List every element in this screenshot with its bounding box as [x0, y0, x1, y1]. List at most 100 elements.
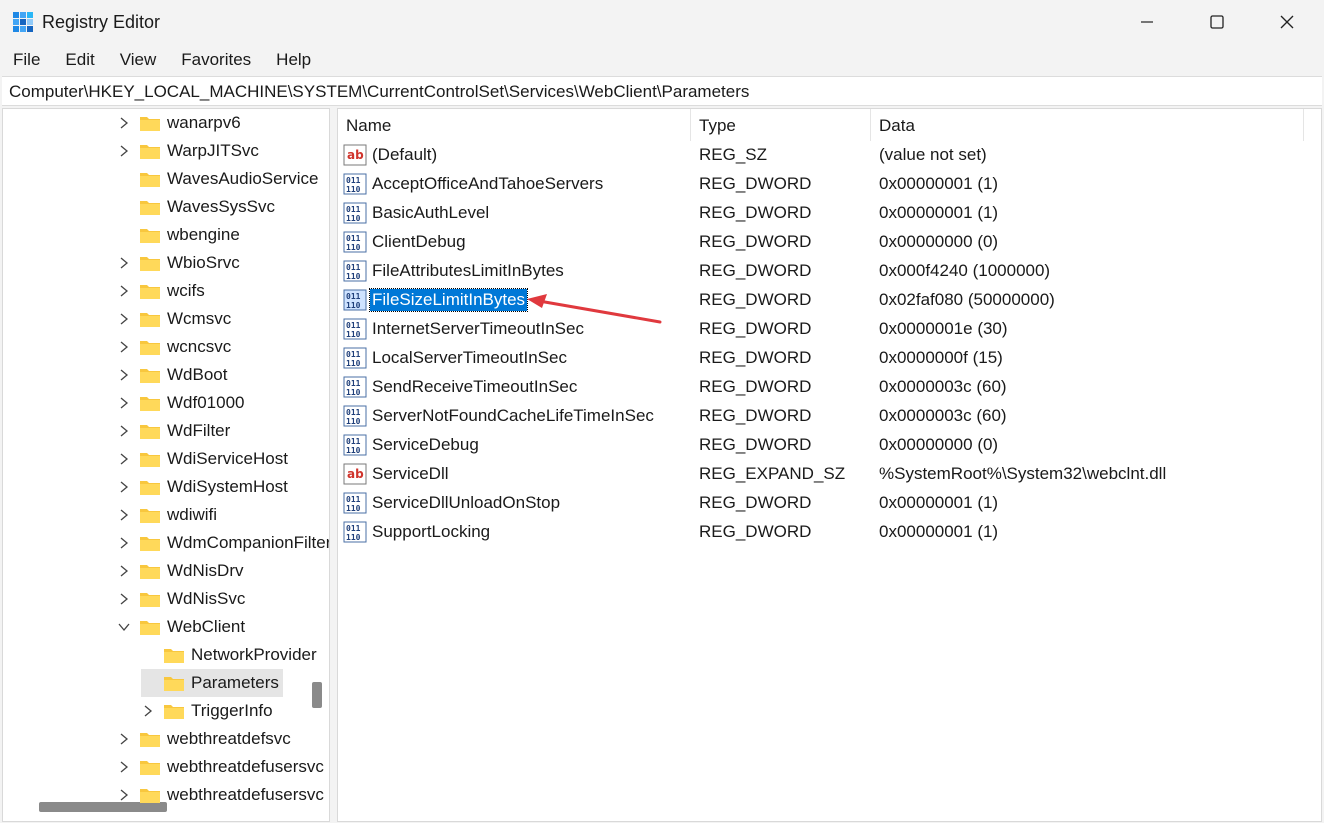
- menu-edit[interactable]: Edit: [52, 46, 106, 74]
- svg-text:110: 110: [346, 446, 361, 455]
- tree-item-label: wcncsvc: [167, 337, 232, 356]
- binary-value-icon: 011 110: [343, 434, 367, 456]
- value-name: ServiceDll: [372, 464, 449, 483]
- address-bar[interactable]: Computer\HKEY_LOCAL_MACHINE\SYSTEM\Curre…: [2, 76, 1322, 106]
- value-row[interactable]: 011 110 InternetServerTimeoutInSec REG_DWOR…: [338, 315, 1298, 344]
- tree-item[interactable]: WdmCompanionFilter: [117, 529, 329, 557]
- value-type: REG_DWORD: [699, 232, 812, 251]
- tree-item[interactable]: wcifs: [117, 277, 205, 305]
- tree-item[interactable]: Wcmsvc: [117, 305, 231, 333]
- chevron-right-icon[interactable]: [117, 424, 131, 438]
- value-row[interactable]: 011 110 ServiceDllUnloadOnStop REG_DWORD 0x0…: [338, 489, 1298, 518]
- tree-item[interactable]: wcncsvc: [117, 333, 231, 361]
- tree-item[interactable]: wanarpv6: [117, 109, 241, 137]
- tree-item-label: webthreatdefsvc: [167, 729, 291, 748]
- value-row[interactable]: 011 110 FileSizeLimitInBytes REG_DWORD 0x02f…: [338, 286, 1298, 315]
- value-name: SupportLocking: [372, 522, 491, 541]
- tree-item[interactable]: WdNisDrv: [117, 557, 244, 585]
- chevron-right-icon[interactable]: [117, 480, 131, 494]
- value-row[interactable]: ab ServiceDll REG_EXPAND_SZ %SystemRoot%\Sy…: [338, 460, 1298, 489]
- chevron-right-icon[interactable]: [117, 760, 131, 774]
- key-tree-pane[interactable]: wanarpv6 WarpJITSvc WavesAudioService Waves…: [2, 108, 330, 822]
- svg-text:110: 110: [346, 301, 361, 310]
- tree-item[interactable]: WdNisSvc: [117, 585, 245, 613]
- tree-item[interactable]: wbengine: [117, 221, 240, 249]
- value-type: REG_SZ: [699, 145, 768, 164]
- tree-item-label: WdiServiceHost: [167, 449, 288, 468]
- chevron-right-icon[interactable]: [117, 144, 131, 158]
- chevron-right-icon[interactable]: [117, 536, 131, 550]
- tree-item[interactable]: WdBoot: [117, 361, 227, 389]
- maximize-button[interactable]: [1182, 0, 1252, 44]
- tree-item[interactable]: wdiwifi: [117, 501, 217, 529]
- chevron-right-icon[interactable]: [117, 396, 131, 410]
- tree-item[interactable]: WavesAudioService: [117, 165, 319, 193]
- folder-icon: [139, 450, 161, 468]
- chevron-right-icon[interactable]: [117, 312, 131, 326]
- minimize-button[interactable]: [1112, 0, 1182, 44]
- svg-text:110: 110: [346, 388, 361, 397]
- column-header-name[interactable]: Name: [338, 109, 691, 141]
- chevron-right-icon[interactable]: [117, 564, 131, 578]
- tree-item[interactable]: WarpJITSvc: [117, 137, 259, 165]
- value-name: InternetServerTimeoutInSec: [372, 319, 584, 338]
- chevron-right-icon[interactable]: [117, 368, 131, 382]
- folder-icon: [139, 506, 161, 524]
- folder-icon: [139, 758, 161, 776]
- value-row[interactable]: 011 110 AcceptOfficeAndTahoeServers REG_DWO…: [338, 170, 1298, 199]
- value-row[interactable]: 011 110 ClientDebug REG_DWORD 0x00000000 (0): [338, 228, 1298, 257]
- tree-item[interactable]: WebClient: [117, 613, 245, 641]
- tree-item[interactable]: WavesSysSvc: [117, 193, 275, 221]
- tree-item[interactable]: webthreatdefusersvc: [117, 781, 324, 809]
- chevron-down-icon[interactable]: [117, 620, 131, 634]
- value-row[interactable]: ab (Default) REG_SZ (value not set): [338, 141, 1298, 170]
- tree-item[interactable]: WdiServiceHost: [117, 445, 288, 473]
- value-row[interactable]: 011 110 FileAttributesLimitInBytes REG_DWOR…: [338, 257, 1298, 286]
- values-list-pane[interactable]: Name Type Data ab (Default) REG_SZ (value n…: [337, 108, 1322, 822]
- value-row[interactable]: 011 110 SupportLocking REG_DWORD 0x00000001 …: [338, 518, 1298, 547]
- chevron-right-icon[interactable]: [117, 592, 131, 606]
- menu-favorites[interactable]: Favorites: [168, 46, 263, 74]
- tree-item[interactable]: WdiSystemHost: [117, 473, 288, 501]
- tree-item[interactable]: NetworkProvider: [141, 641, 317, 669]
- tree-item-label: WebClient: [167, 617, 246, 636]
- close-button[interactable]: [1252, 0, 1322, 44]
- value-row[interactable]: 011 110 ServerNotFoundCacheLifeTimeInSec RE…: [338, 402, 1298, 431]
- chevron-right-icon[interactable]: [117, 452, 131, 466]
- chevron-right-icon[interactable]: [117, 116, 131, 130]
- menu-view[interactable]: View: [107, 46, 169, 74]
- tree-item[interactable]: webthreatdefsvc: [117, 725, 291, 753]
- binary-value-icon: 011 110: [343, 202, 367, 224]
- chevron-right-icon[interactable]: [117, 284, 131, 298]
- value-type: REG_DWORD: [699, 493, 812, 512]
- menu-help[interactable]: Help: [263, 46, 323, 74]
- chevron-right-icon[interactable]: [117, 732, 131, 746]
- chevron-right-icon[interactable]: [141, 704, 155, 718]
- value-type: REG_DWORD: [699, 290, 812, 309]
- tree-item[interactable]: webthreatdefusersvc: [117, 753, 324, 781]
- svg-text:011: 011: [346, 524, 361, 533]
- value-row[interactable]: 011 110 BasicAuthLevel REG_DWORD 0x00000001 …: [338, 199, 1298, 228]
- tree-item[interactable]: WdFilter: [117, 417, 230, 445]
- chevron-right-icon[interactable]: [117, 788, 131, 802]
- value-row[interactable]: 011 110 ServiceDebug REG_DWORD 0x00000000 (0…: [338, 431, 1298, 460]
- value-type: REG_DWORD: [699, 319, 812, 338]
- tree-item[interactable]: WbioSrvc: [117, 249, 240, 277]
- chevron-right-icon[interactable]: [117, 508, 131, 522]
- chevron-right-icon[interactable]: [117, 256, 131, 270]
- svg-text:011: 011: [346, 292, 361, 301]
- menu-file[interactable]: File: [0, 46, 52, 74]
- value-data: %SystemRoot%\System32\webclnt.dll: [879, 464, 1167, 483]
- tree-item[interactable]: Parameters: [141, 669, 283, 697]
- binary-value-icon: 011 110: [343, 405, 367, 427]
- tree-vertical-scroll-thumb[interactable]: [312, 682, 322, 708]
- column-header-data[interactable]: Data: [871, 109, 1304, 141]
- chevron-right-icon[interactable]: [117, 340, 131, 354]
- column-header-type[interactable]: Type: [691, 109, 871, 141]
- value-row[interactable]: 011 110 SendReceiveTimeoutInSec REG_DWORD 0x…: [338, 373, 1298, 402]
- tree-item[interactable]: Wdf01000: [117, 389, 245, 417]
- folder-icon: [139, 618, 161, 636]
- value-row[interactable]: 011 110 LocalServerTimeoutInSec REG_DWORD 0x…: [338, 344, 1298, 373]
- tree-item[interactable]: TriggerInfo: [141, 697, 273, 725]
